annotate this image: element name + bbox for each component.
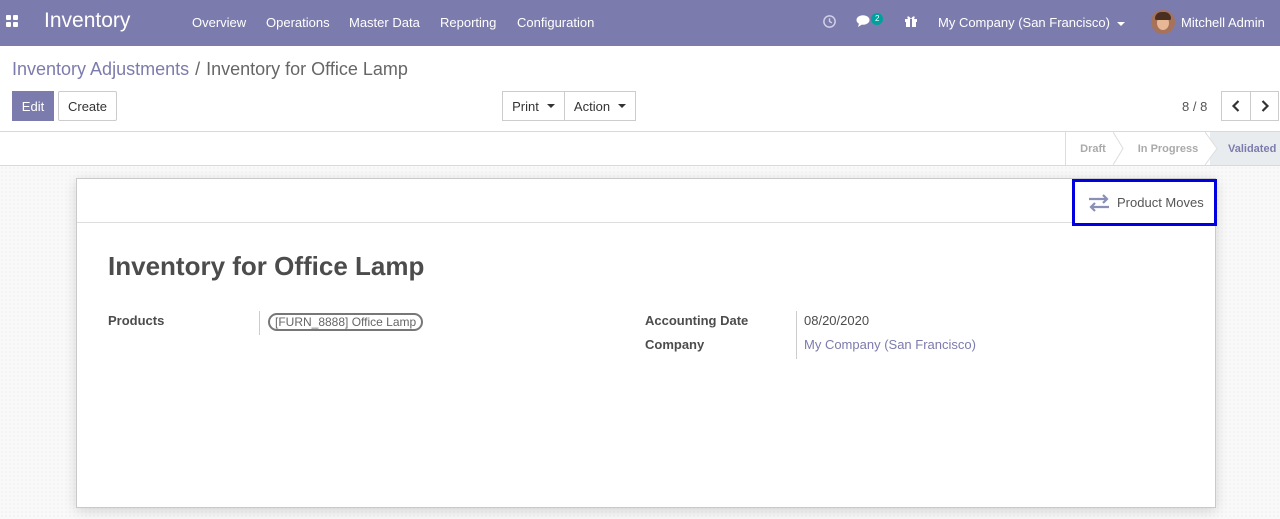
menu-overview[interactable]: Overview [192, 15, 246, 30]
menu-configuration[interactable]: Configuration [517, 15, 594, 30]
action-dropdown[interactable]: Action [564, 91, 636, 121]
stage-in-progress: In Progress [1137, 142, 1199, 155]
chevron-down-icon [618, 104, 627, 108]
apps-grid-icon[interactable] [6, 15, 19, 28]
pager-previous-button[interactable] [1221, 91, 1251, 121]
menu-operations[interactable]: Operations [266, 15, 330, 30]
chat-icon[interactable] [856, 14, 872, 29]
chevron-left-icon [1231, 100, 1240, 112]
breadcrumb-current: Inventory for Office Lamp [206, 59, 408, 79]
accounting-date-label: Accounting Date [645, 313, 749, 328]
field-divider [259, 311, 260, 335]
breadcrumb-separator: / [195, 59, 201, 79]
clock-icon[interactable] [822, 14, 837, 29]
pager-value[interactable]: 8 / 8 [1182, 99, 1207, 114]
breadcrumb-parent[interactable]: Inventory Adjustments [12, 59, 189, 79]
accounting-date-value: 08/20/2020 [804, 313, 870, 328]
company-switcher[interactable]: My Company (San Francisco) [938, 15, 1125, 30]
print-label: Print [512, 98, 539, 114]
company-link[interactable]: My Company (San Francisco) [804, 337, 976, 352]
chevron-down-icon [546, 104, 555, 108]
create-button[interactable]: Create [58, 91, 117, 121]
field-divider [796, 311, 797, 359]
user-menu[interactable]: Mitchell Admin [1181, 15, 1265, 30]
chevron-down-icon [1116, 21, 1125, 26]
breadcrumb: Inventory Adjustments / Inventory for Offi… [12, 59, 408, 80]
gift-icon[interactable] [904, 14, 918, 28]
product-moves-label: Product Moves [1117, 195, 1204, 210]
company-label: Company [645, 337, 705, 352]
stage-draft: Draft [1080, 142, 1106, 155]
product-tag[interactable]: [FURN_8888] Office Lamp [268, 313, 424, 331]
app-title: Inventory [44, 9, 131, 32]
top-navbar: Inventory Overview Operations Master Dat… [0, 0, 1280, 46]
form-sheet: Product Moves Inventory for Office Lamp … [76, 178, 1217, 508]
button-box [77, 179, 1215, 223]
pager-next-button[interactable] [1250, 91, 1279, 121]
chevron-right-icon [1261, 100, 1269, 112]
product-moves-button[interactable]: Product Moves [1072, 179, 1217, 226]
statusbar: Draft In Progress Validated [0, 131, 1280, 166]
exchange-arrows-icon [1089, 193, 1109, 212]
print-dropdown[interactable]: Print [502, 91, 565, 121]
record-title: Inventory for Office Lamp [108, 251, 425, 281]
stage-validated: Validated [1210, 132, 1280, 165]
chat-count-badge: 2 [871, 13, 884, 25]
action-label: Action [573, 98, 611, 114]
stage-divider [1205, 132, 1218, 165]
edit-button[interactable]: Edit [12, 91, 54, 121]
avatar[interactable] [1151, 10, 1175, 34]
menu-reporting[interactable]: Reporting [440, 15, 496, 30]
products-label: Products [108, 313, 165, 328]
menu-master-data[interactable]: Master Data [349, 15, 420, 30]
company-switcher-label: My Company (San Francisco) [938, 15, 1110, 30]
